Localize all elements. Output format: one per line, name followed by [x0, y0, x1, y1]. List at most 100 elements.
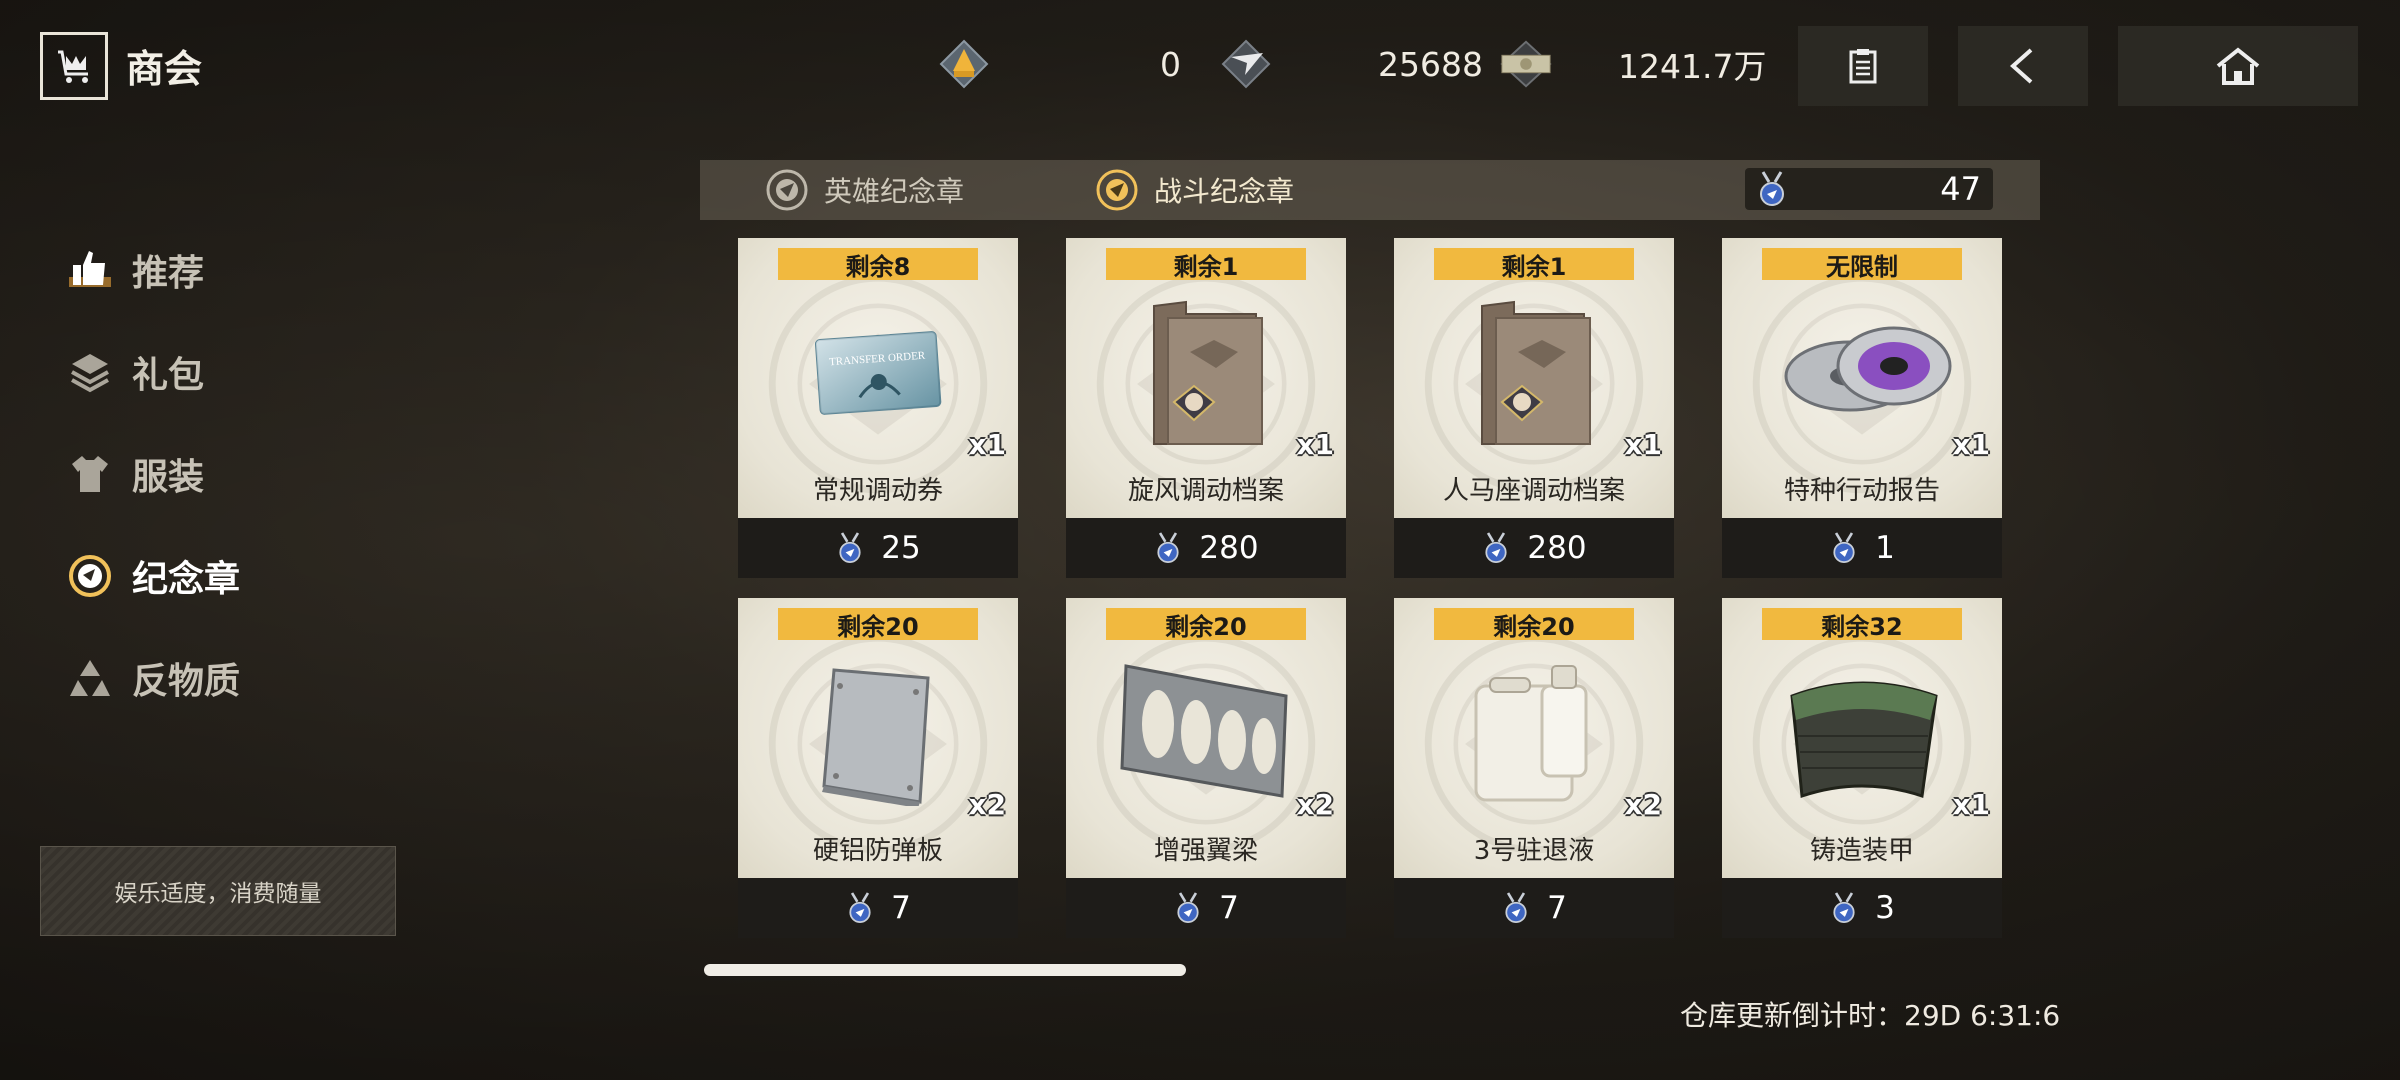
item-quantity: x1	[1952, 428, 1990, 461]
item-price: 280	[1199, 530, 1259, 566]
item-quantity: x1	[968, 428, 1006, 461]
horizontal-scrollbar[interactable]	[704, 964, 1186, 976]
shop-item-card[interactable]: 剩余8 TRANSFER ORDER x1 常规调动券 25	[738, 238, 1018, 578]
back-button[interactable]	[1958, 26, 2088, 106]
rank-badge-icon	[936, 36, 992, 92]
cast-armor-icon	[1790, 681, 1938, 799]
transfer-order-icon: TRANSFER ORDER	[814, 331, 942, 415]
clipboard-icon	[1849, 49, 1877, 84]
item-name: 特种行动报告	[1783, 476, 1940, 506]
tab-battle-medals[interactable]: 战斗纪念章	[1094, 160, 1294, 220]
sidebar-item-label: 纪念章	[132, 559, 241, 600]
item-art	[1762, 296, 1962, 446]
item-quantity: x1	[1296, 428, 1334, 461]
sidebar-item-packs[interactable]: 礼包	[66, 342, 204, 402]
hero-medal-icon	[766, 169, 808, 211]
item-quantity: x2	[1296, 788, 1334, 821]
item-display: 剩余8 TRANSFER ORDER x1 常规调动券	[738, 238, 1018, 518]
tab-hero-medals[interactable]: 英雄纪念章	[764, 160, 964, 220]
home-button[interactable]	[2118, 26, 2358, 106]
sidebar-item-label: 推荐	[132, 253, 205, 294]
tab-label: 战斗纪念章	[1154, 175, 1295, 208]
medal-currency-icon	[1177, 892, 1199, 923]
shop-item-card[interactable]: 无限制 x1 特种行动报告 1	[1722, 238, 2002, 578]
medal-currency-icon	[1157, 532, 1179, 563]
stock-badge: 无限制	[1762, 248, 1962, 281]
shop-item-card[interactable]: 剩余20 x2 硬铝防弹板 7	[738, 598, 1018, 938]
item-price: 3	[1875, 890, 1895, 926]
sidebar-item-recommend[interactable]: 推荐	[66, 240, 204, 300]
price-bar[interactable]: 3	[1722, 878, 2002, 938]
medal-currency-icon	[1485, 532, 1507, 563]
item-display: 无限制 x1 特种行动报告	[1722, 238, 2002, 518]
medal-currency-icon	[839, 532, 861, 563]
wing-badge-icon	[1218, 36, 1274, 92]
item-art	[1106, 296, 1306, 446]
tshirt-icon	[66, 450, 114, 498]
stock-badge: 剩余1	[1106, 248, 1306, 281]
responsible-gaming-notice: 娱乐适度，消费随量	[40, 846, 396, 936]
restock-countdown: 仓库更新倒计时：29D 6:31:6	[1680, 999, 2061, 1032]
layers-icon	[66, 348, 114, 396]
price-bar[interactable]: 7	[738, 878, 1018, 938]
transfer-file-icon	[1153, 300, 1263, 445]
item-name: 增强翼梁	[1153, 836, 1258, 866]
medal-currency-icon	[1833, 892, 1855, 923]
shop-item-card[interactable]: 剩余20 x2 增强翼梁 7	[1066, 598, 1346, 938]
price-bar[interactable]: 280	[1066, 518, 1346, 578]
item-art	[1762, 656, 1962, 806]
item-art	[1434, 296, 1634, 446]
shop-item-card[interactable]: 剩余1 x1 旋风调动档案 280	[1066, 238, 1346, 578]
medal-icon	[66, 552, 114, 600]
item-display: 剩余20 x2 硬铝防弹板	[738, 598, 1018, 878]
item-art	[1106, 656, 1306, 806]
item-price: 7	[1547, 890, 1567, 926]
resource-rank-value: 0	[1160, 44, 1181, 84]
item-art	[1434, 656, 1634, 806]
sidebar-item-label: 反物质	[132, 661, 241, 702]
item-display: 剩余20 x2 3号驻退液	[1394, 598, 1674, 878]
medal-currency-icon	[1833, 532, 1855, 563]
item-name: 铸造装甲	[1809, 836, 1914, 866]
sidebar-item-antimatter[interactable]: 反物质	[66, 648, 240, 708]
item-quantity: x2	[1624, 788, 1662, 821]
resource-wing	[1218, 34, 1274, 94]
price-bar[interactable]: 1	[1722, 518, 2002, 578]
price-bar[interactable]: 7	[1066, 878, 1346, 938]
item-price: 7	[1219, 890, 1239, 926]
thumbs-up-icon	[66, 246, 114, 294]
price-bar[interactable]: 25	[738, 518, 1018, 578]
stock-badge: 剩余8	[778, 248, 978, 281]
battle-medal-icon	[1096, 169, 1138, 211]
item-name: 人马座调动档案	[1442, 476, 1625, 506]
cash-icon	[1498, 36, 1554, 92]
price-bar[interactable]: 280	[1394, 518, 1674, 578]
tab-label: 英雄纪念章	[824, 175, 965, 208]
shop-item-card[interactable]: 剩余20 x2 3号驻退液 7	[1394, 598, 1674, 938]
item-name: 3号驻退液	[1473, 836, 1595, 866]
shop-item-card[interactable]: 剩余1 x1 人马座调动档案 280	[1394, 238, 1674, 578]
medal-currency-icon	[1760, 171, 1784, 206]
sidebar-item-outfits[interactable]: 服装	[66, 444, 204, 504]
sidebar-item-medals[interactable]: 纪念章	[66, 546, 240, 606]
item-art	[778, 656, 978, 808]
medal-balance-value: 47	[1940, 170, 1981, 208]
transfer-file-icon	[1481, 300, 1591, 445]
jerrycan-icon	[1474, 665, 1588, 802]
medal-balance: 47	[1745, 168, 1993, 210]
armor-plate-icon	[822, 668, 930, 808]
back-arrow-icon	[2009, 48, 2033, 84]
price-bar[interactable]: 7	[1394, 878, 1674, 938]
mail-button[interactable]	[1798, 26, 1928, 106]
item-display: 剩余1 x1 旋风调动档案	[1066, 238, 1346, 518]
item-name: 常规调动券	[812, 476, 943, 506]
item-quantity: x1	[1952, 788, 1990, 821]
sidebar-item-label: 服装	[132, 457, 205, 498]
stock-badge: 剩余1	[1434, 248, 1634, 281]
stock-badge: 剩余20	[1106, 608, 1306, 641]
shop-logo-icon	[40, 32, 108, 100]
resource-cash-value: 1241.7万	[1618, 47, 1767, 86]
item-display: 剩余20 x2 增强翼梁	[1066, 598, 1346, 878]
shop-item-card[interactable]: 剩余32 x1 铸造装甲 3	[1722, 598, 2002, 938]
ops-report-icon	[1784, 326, 1952, 412]
